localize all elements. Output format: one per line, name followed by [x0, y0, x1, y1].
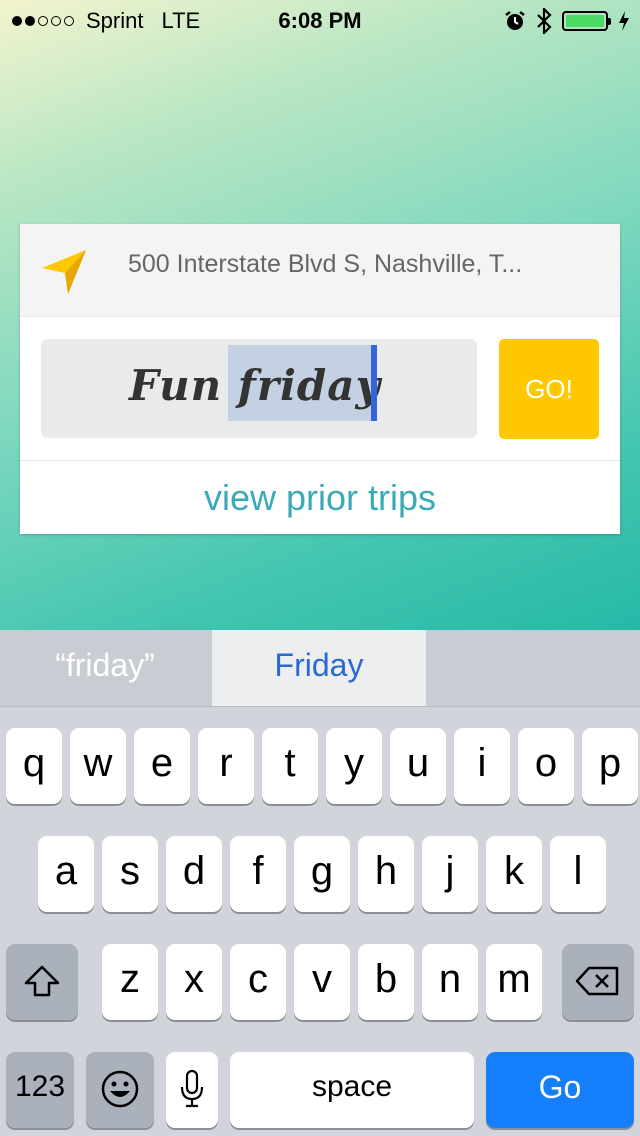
key-j[interactable]: j [422, 836, 478, 912]
trip-name-prefix: Fun [129, 361, 238, 410]
key-n[interactable]: n [422, 944, 478, 1020]
key-u[interactable]: u [390, 728, 446, 804]
key-f[interactable]: f [230, 836, 286, 912]
emoji-icon [101, 1071, 139, 1108]
microphone-icon [180, 1070, 204, 1108]
shift-key[interactable] [6, 944, 78, 1020]
key-i[interactable]: i [454, 728, 510, 804]
key-h[interactable]: h [358, 836, 414, 912]
bluetooth-icon [537, 8, 552, 34]
delete-key[interactable] [562, 944, 634, 1020]
space-key[interactable]: space [230, 1052, 474, 1128]
trip-name-input[interactable]: Fun friday [41, 339, 477, 438]
key-o[interactable]: o [518, 728, 574, 804]
key-q[interactable]: q [6, 728, 62, 804]
current-address: 500 Interstate Blvd S, Nashville, T... [128, 250, 523, 278]
key-a[interactable]: a [38, 836, 94, 912]
suggestion-literal[interactable]: “friday” [0, 630, 210, 706]
key-r[interactable]: r [198, 728, 254, 804]
charging-bolt-icon [619, 11, 629, 31]
key-s[interactable]: s [102, 836, 158, 912]
key-c[interactable]: c [230, 944, 286, 1020]
battery-icon [562, 11, 611, 31]
go-key[interactable]: Go [486, 1052, 634, 1128]
status-bar: Sprint LTE 6:08 PM [0, 0, 640, 40]
suggestion-empty[interactable] [428, 630, 640, 706]
key-v[interactable]: v [294, 944, 350, 1020]
key-g[interactable]: g [294, 836, 350, 912]
key-d[interactable]: d [166, 836, 222, 912]
key-b[interactable]: b [358, 944, 414, 1020]
key-y[interactable]: y [326, 728, 382, 804]
key-x[interactable]: x [166, 944, 222, 1020]
microphone-key[interactable] [166, 1052, 218, 1128]
view-prior-trips-link[interactable]: view prior trips [20, 460, 620, 535]
key-z[interactable]: z [102, 944, 158, 1020]
key-m[interactable]: m [486, 944, 542, 1020]
shift-icon [24, 966, 60, 997]
trip-name-selected-text: friday [237, 361, 381, 410]
suggestion-autocorrect[interactable]: Friday [212, 630, 426, 706]
text-cursor [371, 345, 377, 421]
trip-card: 500 Interstate Blvd S, Nashville, T... F… [20, 224, 620, 534]
key-t[interactable]: t [262, 728, 318, 804]
delete-icon [575, 967, 619, 996]
key-p[interactable]: p [582, 728, 638, 804]
location-arrow-icon [42, 250, 86, 294]
key-l[interactable]: l [550, 836, 606, 912]
go-button[interactable]: GO! [499, 339, 599, 439]
key-e[interactable]: e [134, 728, 190, 804]
keyboard: “friday” Friday q w e r t y u i o p a s … [0, 630, 640, 1136]
key-k[interactable]: k [486, 836, 542, 912]
numbers-key[interactable]: 123 [6, 1052, 74, 1128]
predictive-bar: “friday” Friday [0, 630, 640, 707]
alarm-icon [505, 11, 525, 30]
key-w[interactable]: w [70, 728, 126, 804]
emoji-key[interactable] [86, 1052, 154, 1128]
current-location-row[interactable]: 500 Interstate Blvd S, Nashville, T... [20, 224, 620, 317]
